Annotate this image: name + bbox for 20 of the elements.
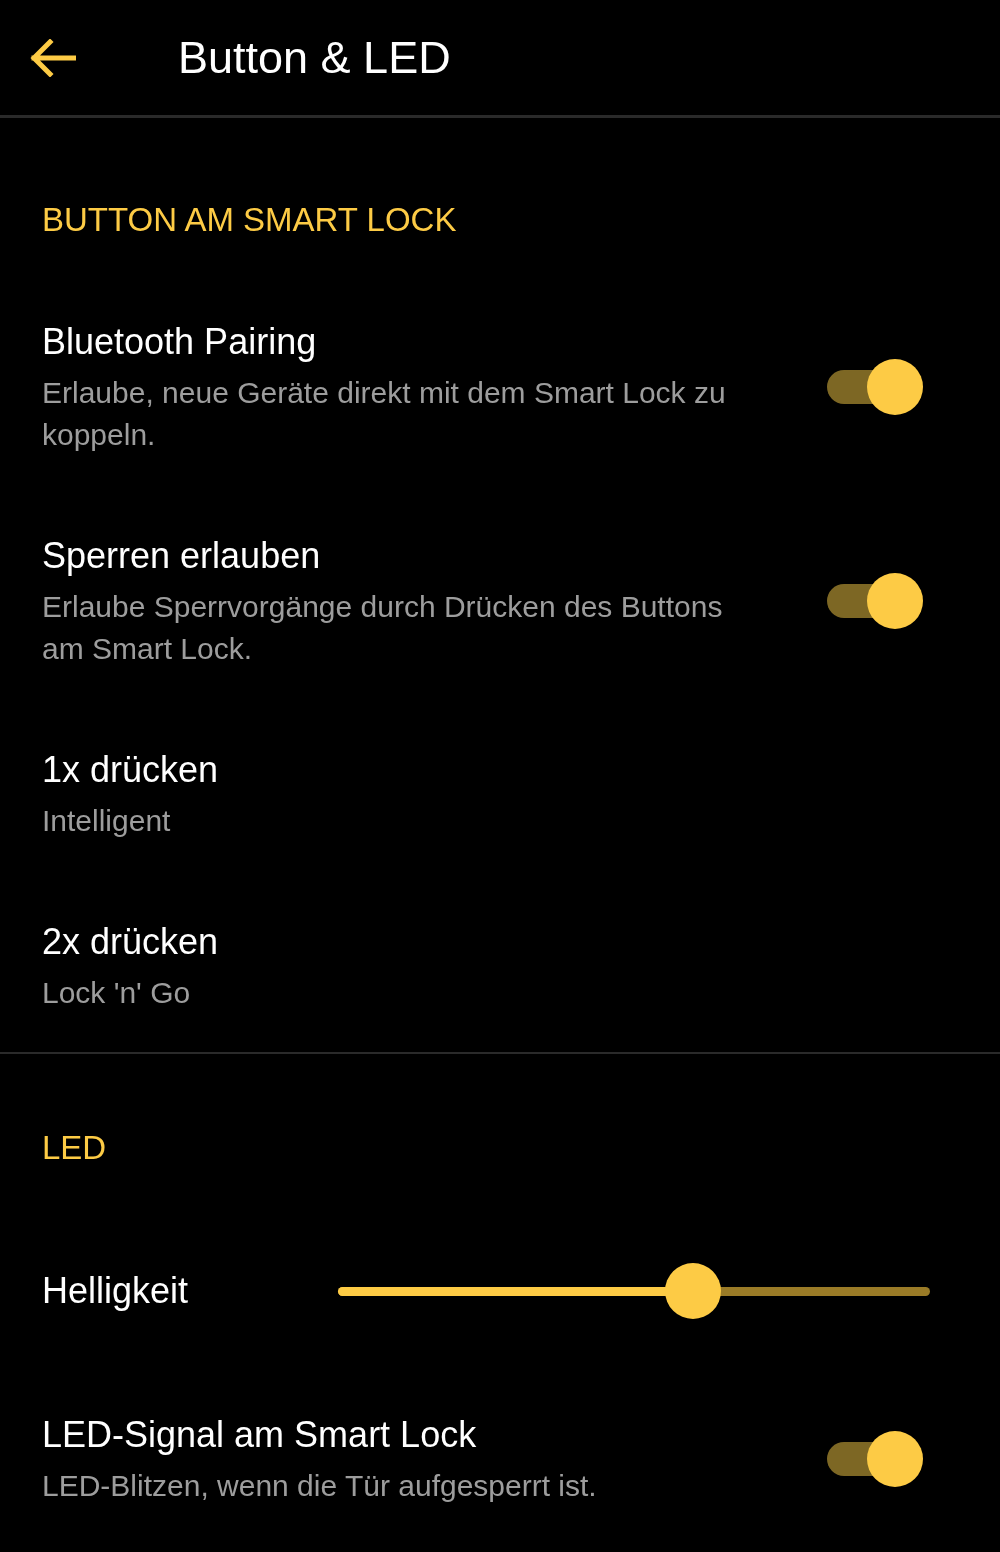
section-header: BUTTON AM SMART LOCK [42,200,458,240]
setting-value: Lock 'n' Go [42,975,192,1011]
brightness-slider[interactable] [338,1263,930,1319]
setting-title: 2x drücken [42,920,219,964]
toggle-switch[interactable] [827,1430,923,1487]
back-button[interactable] [30,38,76,77]
page-title: Button & LED [178,35,451,80]
setting-title: Sperren erlauben [42,534,322,578]
section-header: LED [42,1128,108,1168]
setting-value: Intelligent [42,803,172,839]
setting-title: 1x drücken [42,748,219,792]
toggle-switch[interactable] [827,572,923,629]
setting-label: Helligkeit [42,1269,189,1313]
setting-description: Erlaube Sperrvorgänge durch Drücken des Buttons am Smart Lock. [42,589,724,667]
setting-description: LED-Blitzen, wenn die Tür aufgesperrt ist. [42,1468,597,1504]
setting-title: LED-Signal am Smart Lock [42,1413,478,1457]
back-arrow-icon [30,38,76,77]
toggle-switch[interactable] [827,358,923,415]
setting-title: Bluetooth Pairing [42,320,318,364]
setting-description: Erlaube, neue Geräte direkt mit dem Smart Lock zu koppeln. [42,375,727,453]
